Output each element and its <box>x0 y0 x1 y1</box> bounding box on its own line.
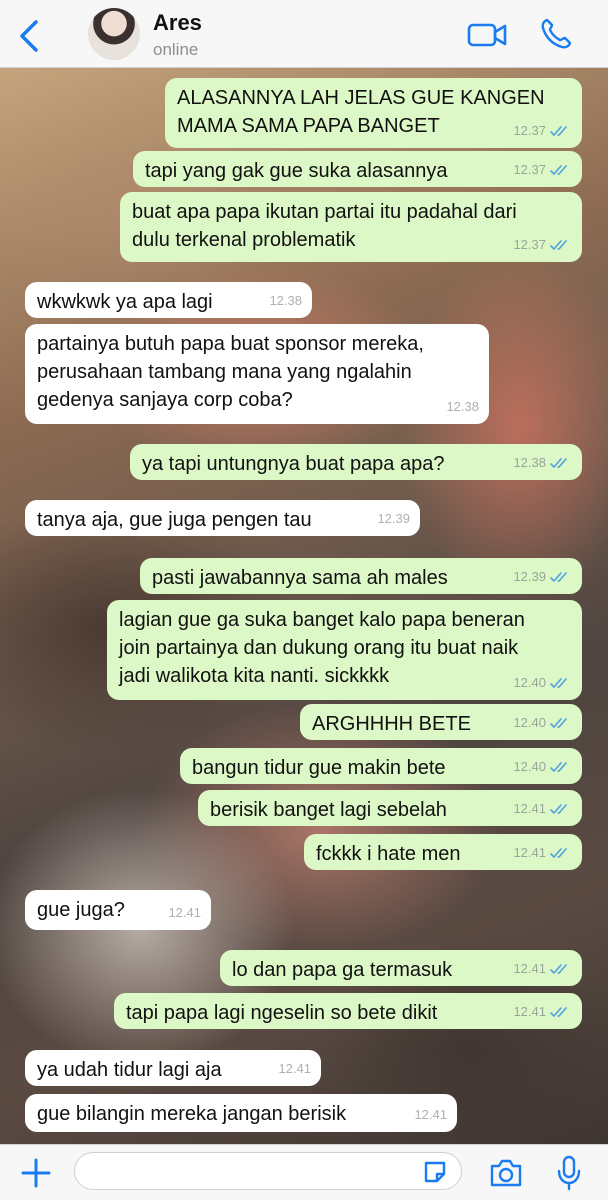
message-time: 12.41 <box>513 1004 546 1019</box>
message-time: 12.40 <box>513 715 546 730</box>
read-ticks-icon <box>550 678 567 688</box>
outgoing-message[interactable]: pasti jawabannya sama ah males 12.39 <box>140 558 582 594</box>
message-meta: 12.41 <box>513 795 572 823</box>
message-text: ya tapi untungnya buat papa apa? <box>142 453 445 475</box>
composer-bar <box>0 1144 608 1200</box>
chat-area[interactable]: ALASANNYA LAH JELAS GUE KANGEN MAMA SAMA… <box>0 68 608 1144</box>
message-meta: 12.40 <box>513 669 572 697</box>
message-text: partainya butuh papa buat sponsor mereka… <box>37 333 424 411</box>
incoming-message[interactable]: partainya butuh papa buat sponsor mereka… <box>25 324 489 424</box>
avatar[interactable] <box>88 8 140 60</box>
read-ticks-icon <box>550 964 567 974</box>
message-meta: 12.41 <box>414 1101 447 1129</box>
outgoing-message[interactable]: bangun tidur gue makin bete 12.40 <box>180 748 582 784</box>
message-text: buat apa papa ikutan partai itu padahal … <box>132 201 517 251</box>
message-time: 12.41 <box>414 1107 447 1122</box>
chat-header: Ares online <box>0 0 608 68</box>
message-time: 12.41 <box>513 845 546 860</box>
message-time: 12.40 <box>513 675 546 690</box>
message-meta: 12.37 <box>513 117 572 145</box>
message-text: tanya aja, gue juga pengen tau <box>37 509 312 531</box>
incoming-message[interactable]: tanya aja, gue juga pengen tau 12.39 <box>25 500 420 536</box>
read-ticks-icon <box>550 126 567 136</box>
message-meta: 12.39 <box>513 563 572 591</box>
read-ticks-icon <box>550 762 567 772</box>
message-meta: 12.38 <box>513 449 572 477</box>
message-meta: 12.40 <box>513 709 572 737</box>
outgoing-message[interactable]: tapi papa lagi ngeselin so bete dikit 12.… <box>114 993 582 1029</box>
incoming-message[interactable]: ya udah tidur lagi aja 12.41 <box>25 1050 321 1086</box>
outgoing-message[interactable]: fckkk i hate men 12.41 <box>304 834 582 870</box>
message-meta: 12.38 <box>446 393 479 421</box>
read-ticks-icon <box>550 165 567 175</box>
outgoing-message[interactable]: lo dan papa ga termasuk 12.41 <box>220 950 582 986</box>
message-text: gue bilangin mereka jangan berisik <box>37 1103 347 1125</box>
message-meta: 12.41 <box>513 955 572 983</box>
message-meta: 12.41 <box>513 839 572 867</box>
message-meta: 12.39 <box>377 505 410 533</box>
outgoing-message[interactable]: ya tapi untungnya buat papa apa? 12.38 <box>130 444 582 480</box>
message-text: ALASANNYA LAH JELAS GUE KANGEN MAMA SAMA… <box>177 87 545 137</box>
message-time: 12.41 <box>513 801 546 816</box>
camera-icon[interactable] <box>488 1157 524 1189</box>
message-text: tapi papa lagi ngeselin so bete dikit <box>126 1002 438 1024</box>
message-text: lagian gue ga suka banget kalo papa bene… <box>119 609 525 687</box>
read-ticks-icon <box>550 572 567 582</box>
message-meta: 12.37 <box>513 156 572 184</box>
message-meta: 12.41 <box>278 1055 311 1083</box>
message-time: 12.40 <box>513 759 546 774</box>
video-camera-icon[interactable] <box>466 20 508 50</box>
read-ticks-icon <box>550 1007 567 1017</box>
message-time: 12.38 <box>446 399 479 414</box>
plus-icon[interactable] <box>20 1157 52 1189</box>
message-time: 12.41 <box>278 1061 311 1076</box>
message-meta: 12.41 <box>513 998 572 1026</box>
outgoing-message[interactable]: lagian gue ga suka banget kalo papa bene… <box>107 600 582 700</box>
outgoing-message[interactable]: berisik banget lagi sebelah 12.41 <box>198 790 582 826</box>
outgoing-message[interactable]: ARGHHHH BETE 12.40 <box>300 704 582 740</box>
message-time: 12.39 <box>377 511 410 526</box>
message-text: tapi yang gak gue suka alasannya <box>145 160 448 182</box>
incoming-message[interactable]: wkwkwk ya apa lagi 12.38 <box>25 282 312 318</box>
message-time: 12.37 <box>513 123 546 138</box>
chevron-left-icon[interactable] <box>14 18 44 54</box>
message-time: 12.37 <box>513 162 546 177</box>
message-time: 12.41 <box>168 905 201 920</box>
message-meta: 12.38 <box>269 287 302 315</box>
read-ticks-icon <box>550 240 567 250</box>
microphone-icon[interactable] <box>556 1155 582 1191</box>
message-input[interactable] <box>74 1152 462 1190</box>
contact-status: online <box>153 40 199 59</box>
message-time: 12.38 <box>513 455 546 470</box>
read-ticks-icon <box>550 848 567 858</box>
message-meta: 12.41 <box>168 899 201 927</box>
outgoing-message[interactable]: ALASANNYA LAH JELAS GUE KANGEN MAMA SAMA… <box>165 78 582 148</box>
outgoing-message[interactable]: tapi yang gak gue suka alasannya 12.37 <box>133 151 582 187</box>
message-time: 12.39 <box>513 569 546 584</box>
sticker-icon[interactable] <box>422 1159 448 1185</box>
message-time: 12.38 <box>269 293 302 308</box>
phone-icon[interactable] <box>538 16 574 52</box>
read-ticks-icon <box>550 804 567 814</box>
message-time: 12.41 <box>513 961 546 976</box>
incoming-message[interactable]: gue bilangin mereka jangan berisik 12.41 <box>25 1094 457 1132</box>
message-text: pasti jawabannya sama ah males <box>152 567 448 589</box>
message-text: ya udah tidur lagi aja <box>37 1059 222 1081</box>
incoming-message[interactable]: gue juga? 12.41 <box>25 890 211 930</box>
message-text: wkwkwk ya apa lagi <box>37 291 213 313</box>
message-meta: 12.40 <box>513 753 572 781</box>
message-time: 12.37 <box>513 237 546 252</box>
read-ticks-icon <box>550 458 567 468</box>
read-ticks-icon <box>550 718 567 728</box>
message-meta: 12.37 <box>513 231 572 259</box>
contact-name[interactable]: Ares <box>153 10 202 36</box>
outgoing-message[interactable]: buat apa papa ikutan partai itu padahal … <box>120 192 582 262</box>
